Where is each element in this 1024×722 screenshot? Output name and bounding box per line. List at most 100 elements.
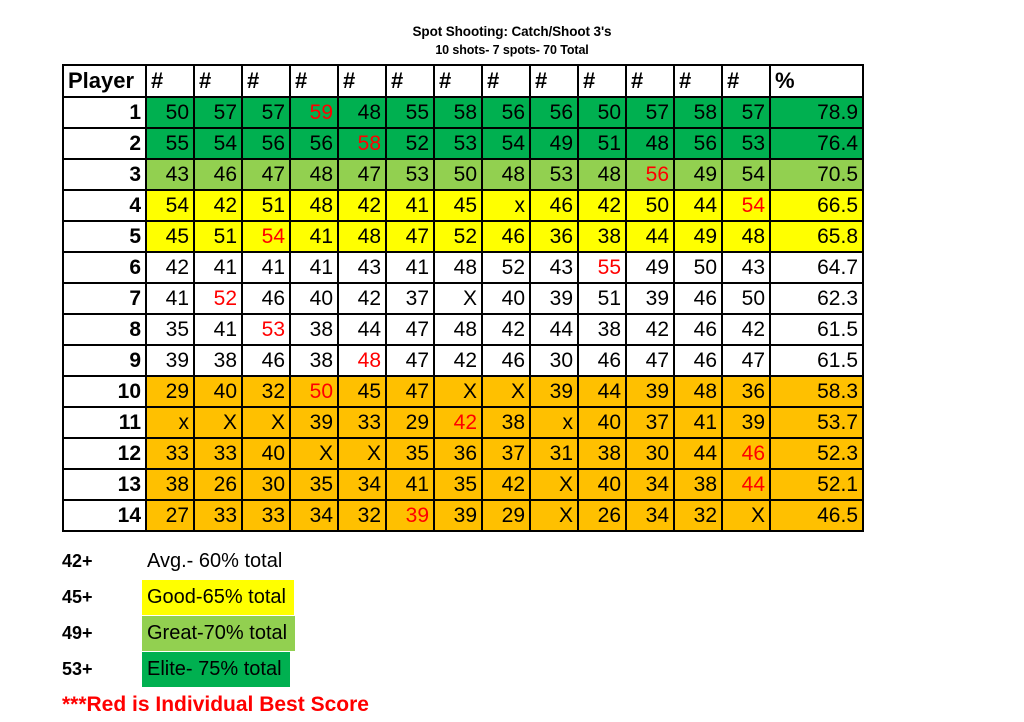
score-cell: 39	[433, 499, 483, 532]
missed-attempt-cell: x	[529, 406, 579, 439]
score-cell: 43	[337, 251, 387, 284]
table-row: 3 43 46 47 48 47 53 50 48 53 48 56 49 54 70.5	[62, 158, 864, 191]
score-cell: 47	[721, 344, 771, 377]
missed-attempt-cell: X	[529, 499, 579, 532]
score-cell: 47	[625, 344, 675, 377]
legend-threshold: 45+	[62, 586, 93, 607]
player-number-cell: 1	[62, 96, 147, 129]
score-cell: 36	[721, 375, 771, 408]
score-cell: 44	[625, 220, 675, 253]
score-cell: 41	[385, 468, 435, 501]
score-cell: 57	[241, 96, 291, 129]
column-header-attempt-5: #	[337, 64, 387, 98]
table-row: 13 38 26 30 35 34 41 35 42 X 40 34 38 44 52.1	[62, 468, 864, 501]
score-cell: 41	[673, 406, 723, 439]
score-cell: 46	[481, 220, 531, 253]
score-cell: 39	[625, 375, 675, 408]
score-cell: 38	[193, 344, 243, 377]
score-cell: 47	[241, 158, 291, 191]
percent-cell: 46.5	[769, 499, 864, 532]
percent-cell: 62.3	[769, 282, 864, 315]
legend-row: 53+ Elite- 75% total	[62, 651, 562, 687]
score-cell: 48	[337, 220, 387, 253]
page-subtitle: 10 shots- 7 spots- 70 Total	[435, 43, 589, 57]
score-cell: 37	[385, 282, 435, 315]
percent-cell: 64.7	[769, 251, 864, 284]
table-row: 2 55 54 56 56 58 52 53 54 49 51 48 56 53 76.4	[62, 127, 864, 160]
column-header-attempt-2: #	[193, 64, 243, 98]
player-number-cell: 5	[62, 220, 147, 253]
score-cell: 44	[721, 468, 771, 501]
table-row: 1 50 57 57 59 48 55 58 56 56 50 57 58 57 78.9	[62, 96, 864, 129]
score-cell: 48	[481, 158, 531, 191]
score-cell: 36	[433, 437, 483, 470]
score-cell: 42	[433, 406, 483, 439]
score-cell: 48	[289, 189, 339, 222]
score-cell: 47	[385, 344, 435, 377]
score-cell: 37	[625, 406, 675, 439]
column-header-attempt-1: #	[145, 64, 195, 98]
table-row: 12 33 33 40 X X 35 36 37 31 38 30 44 46 52.3	[62, 437, 864, 470]
percent-cell: 65.8	[769, 220, 864, 253]
score-cell: 33	[145, 437, 195, 470]
missed-attempt-cell: X	[289, 437, 339, 470]
score-cell: 49	[625, 251, 675, 284]
score-cell: 43	[145, 158, 195, 191]
score-cell: 51	[241, 189, 291, 222]
score-cell: 53	[529, 158, 579, 191]
score-cell: 36	[529, 220, 579, 253]
score-cell: 26	[577, 499, 627, 532]
score-cell: 34	[289, 499, 339, 532]
score-cell: X	[241, 406, 291, 439]
score-cell: 38	[577, 437, 627, 470]
score-cell: 31	[529, 437, 579, 470]
percent-cell: 70.5	[769, 158, 864, 191]
table-row: 6 42 41 41 41 43 41 48 52 43 55 49 50 43 64.7	[62, 251, 864, 284]
score-cell: 32	[337, 499, 387, 532]
score-cell: 45	[433, 189, 483, 222]
column-header-player: Player	[62, 64, 147, 98]
score-cell: 46	[241, 282, 291, 315]
legend-label: Good-65% total	[142, 579, 294, 615]
score-cell: 46	[673, 344, 723, 377]
chart-title-block: Spot Shooting: Catch/Shoot 3's 10 shots-…	[0, 22, 1024, 60]
score-cell: 35	[385, 437, 435, 470]
score-cell: 38	[481, 406, 531, 439]
score-cell: 37	[481, 437, 531, 470]
player-number-cell: 13	[62, 468, 147, 501]
score-cell: x	[145, 406, 195, 439]
score-cell: 49	[673, 220, 723, 253]
score-cell: 48	[337, 344, 387, 377]
score-cell: 34	[625, 468, 675, 501]
score-cell: 44	[529, 313, 579, 346]
score-cell: 40	[577, 406, 627, 439]
score-cell: 38	[289, 313, 339, 346]
score-cell: 44	[577, 375, 627, 408]
spot-shooting-table: Player # # # # # # # # # # # # #% 1 50 57 57 59 48 55 58 56 56…	[62, 64, 864, 532]
column-header-attempt-9: #	[529, 64, 579, 98]
score-cell: 33	[193, 437, 243, 470]
score-cell: 42	[337, 282, 387, 315]
score-cell: 39	[625, 282, 675, 315]
table-row: 14 27 33 33 34 32 39 39 29 X 26 34 32 X 46.5	[62, 499, 864, 532]
player-number-cell: 14	[62, 499, 147, 532]
score-cell: 35	[289, 468, 339, 501]
score-cell: 57	[721, 96, 771, 129]
score-cell: 53	[433, 127, 483, 160]
missed-attempt-cell: X	[433, 282, 483, 315]
score-cell: 41	[385, 189, 435, 222]
score-cell: 43	[529, 251, 579, 284]
column-header-attempt-11: #	[625, 64, 675, 98]
score-cell: 56	[625, 158, 675, 191]
score-cell: 30	[529, 344, 579, 377]
score-cell: 48	[337, 96, 387, 129]
score-cell: 56	[289, 127, 339, 160]
score-cell: 47	[337, 158, 387, 191]
score-cell: 40	[481, 282, 531, 315]
column-header-attempt-6: #	[385, 64, 435, 98]
score-cell: 59	[289, 96, 339, 129]
score-cell: 41	[385, 251, 435, 284]
score-cell: 41	[241, 251, 291, 284]
score-cell: 33	[241, 499, 291, 532]
score-cell: 50	[625, 189, 675, 222]
